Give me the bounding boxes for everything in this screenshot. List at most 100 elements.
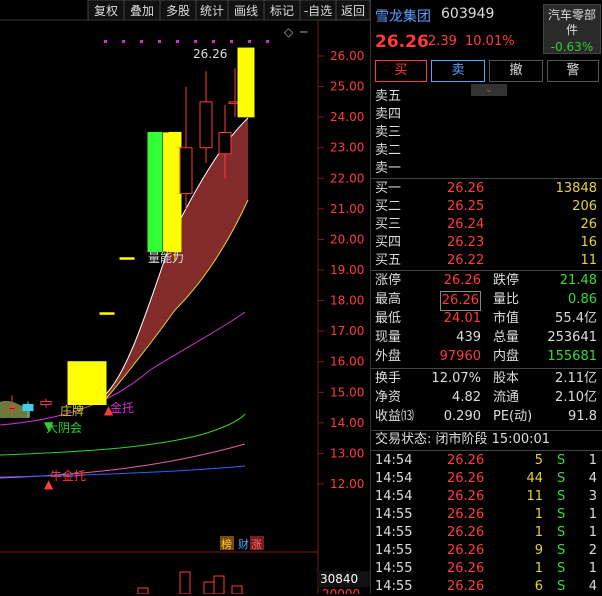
fund-value: 4.82 xyxy=(452,390,481,405)
tick-volume: 1 xyxy=(534,507,543,522)
candle-body-10[interactable] xyxy=(218,131,232,155)
sell-button[interactable]: 卖 xyxy=(431,60,485,82)
sell-level-2: 卖二 xyxy=(371,142,602,160)
sell-level-1: 卖一 xyxy=(371,160,602,178)
current-price: 26.26 xyxy=(375,32,429,52)
candle-body-8[interactable] xyxy=(179,147,193,195)
buy-level-price: 26.22 xyxy=(447,253,485,268)
sector-name: 汽车零部件 xyxy=(547,8,596,37)
fund-key: 流通 xyxy=(493,390,520,405)
badge-zhang[interactable]: 涨 xyxy=(251,538,262,551)
tick-count: 4 xyxy=(588,471,597,486)
marker-dot-9 xyxy=(266,40,269,43)
buy-level-price: 26.23 xyxy=(447,235,485,250)
stock-code: 603949 xyxy=(441,6,495,22)
tick-time: 14:54 xyxy=(375,489,413,504)
tick-volume: 11 xyxy=(526,489,543,504)
marker-dot-5 xyxy=(194,40,197,43)
buy-level-volume: 26 xyxy=(580,217,597,232)
candle-body-3[interactable] xyxy=(67,361,107,406)
buy-level-5[interactable]: 买五 26.22 11 xyxy=(371,252,602,270)
buy-level-3[interactable]: 买三 26.24 26 xyxy=(371,216,602,234)
tick-volume: 1 xyxy=(534,525,543,540)
y-tick-label-3: 23.00 xyxy=(330,141,364,155)
y-tick-label-14: 12.00 xyxy=(330,477,364,491)
alert-button[interactable]: 警 xyxy=(547,60,599,82)
stat-value: 439 xyxy=(456,330,481,345)
marker-dot-7 xyxy=(230,40,233,43)
marker-dot-8 xyxy=(248,40,251,43)
candle-body-6[interactable] xyxy=(147,131,163,253)
volume-bar-4 xyxy=(231,585,243,594)
tick-price: 26.26 xyxy=(447,489,485,504)
tick-side: S xyxy=(557,543,566,558)
fund-value: 12.07% xyxy=(431,371,481,386)
toolbar-label-3: 统计 xyxy=(200,4,224,18)
buy-level-volume: 13848 xyxy=(555,181,597,196)
diamond-icon[interactable]: ◇ xyxy=(284,25,294,39)
badge-bang[interactable]: 榜 xyxy=(221,537,232,551)
fund-value: 0.290 xyxy=(443,409,481,424)
tick-count: 3 xyxy=(588,489,597,504)
tick-volume: 6 xyxy=(534,579,543,594)
kline-chart[interactable]: 复权 叠加 多股 统计 画线 标记 -自选 返回 26.26 ◇ ─ 26.00 25.00 24… xyxy=(0,0,370,594)
y-tick-label-12: 14.00 xyxy=(330,416,364,430)
candle-body-2[interactable] xyxy=(40,400,52,406)
marker-dot-3 xyxy=(158,40,161,43)
buy-level-1[interactable]: 买一 26.26 13848 xyxy=(371,180,602,198)
tick-time: 14:55 xyxy=(375,543,413,558)
candle-body-9[interactable] xyxy=(199,101,213,149)
tick-row: 14:55 26.26 1 S 1 xyxy=(371,560,602,578)
tick-time: 14:55 xyxy=(375,561,413,576)
candle-body-12[interactable] xyxy=(237,47,255,118)
stat-value: 26.26 xyxy=(439,291,481,311)
quote-panel: 雪龙集团 603949 26.26 2.39 10.01% 汽车零部件 -0.6… xyxy=(370,0,602,594)
buy-button[interactable]: 买 xyxy=(375,60,427,82)
tick-side: S xyxy=(557,489,566,504)
marker-dot-6 xyxy=(212,40,215,43)
sector-badge[interactable]: 汽车零部件 -0.63% xyxy=(543,4,601,54)
toolbar-label-5: 标记 xyxy=(270,4,294,18)
buy-level-2[interactable]: 买二 26.25 206 xyxy=(371,198,602,216)
cancel-button[interactable]: 撤 xyxy=(489,60,543,82)
badge-cai[interactable]: 财 xyxy=(238,537,249,551)
candle-body-0[interactable] xyxy=(8,407,16,410)
tick-side: S xyxy=(557,471,566,486)
buy-level-label: 买一 xyxy=(375,181,402,196)
fund-key: 换手 xyxy=(375,371,402,386)
annotation-jintuo: 金托 xyxy=(110,400,134,415)
tick-row: 14:55 26.26 1 S 1 xyxy=(371,506,602,524)
buy-level-4[interactable]: 买四 26.23 16 xyxy=(371,234,602,252)
candle-body-4[interactable] xyxy=(99,312,115,315)
tick-side: S xyxy=(557,579,566,594)
stat-value: 155681 xyxy=(547,349,597,364)
y-tick-label-8: 18.00 xyxy=(330,294,364,308)
tick-volume: 5 xyxy=(534,453,543,468)
sell-level-5: 卖五 xyxy=(371,88,602,106)
sell-level-3: 卖三 xyxy=(371,124,602,142)
stat-value: 21.48 xyxy=(559,273,597,288)
volume-bar-3 xyxy=(213,575,225,594)
tick-volume: 9 xyxy=(534,543,543,558)
tick-side: S xyxy=(557,453,566,468)
down-arrow-icon: ▼ xyxy=(44,419,54,433)
tick-price: 26.26 xyxy=(447,561,485,576)
volume-bar-2 xyxy=(203,581,215,594)
stat-key: 市值 xyxy=(493,311,520,326)
fund-key: 股本 xyxy=(493,371,520,386)
stock-name[interactable]: 雪龙集团 xyxy=(375,6,431,26)
buy-level-volume: 11 xyxy=(580,253,597,268)
y-tick-label-1: 25.00 xyxy=(330,80,364,94)
collapse-icon[interactable]: ─ xyxy=(299,25,308,39)
candle-body-1[interactable] xyxy=(22,404,34,412)
toolbar-label-4: 画线 xyxy=(234,4,258,18)
tick-price: 26.26 xyxy=(447,525,485,540)
annotation-liangnengli: 量能力 xyxy=(148,251,184,265)
candle-body-5[interactable] xyxy=(119,257,135,260)
sell-level-label: 卖三 xyxy=(375,125,402,140)
stat-value: 0.86 xyxy=(568,292,597,307)
toolbar-label-0: 复权 xyxy=(94,4,118,18)
y-tick-label-6: 20.00 xyxy=(330,232,364,246)
tick-count: 2 xyxy=(588,543,597,558)
trade-status: 交易状态: 闭市阶段 15:00:01 xyxy=(375,432,551,447)
